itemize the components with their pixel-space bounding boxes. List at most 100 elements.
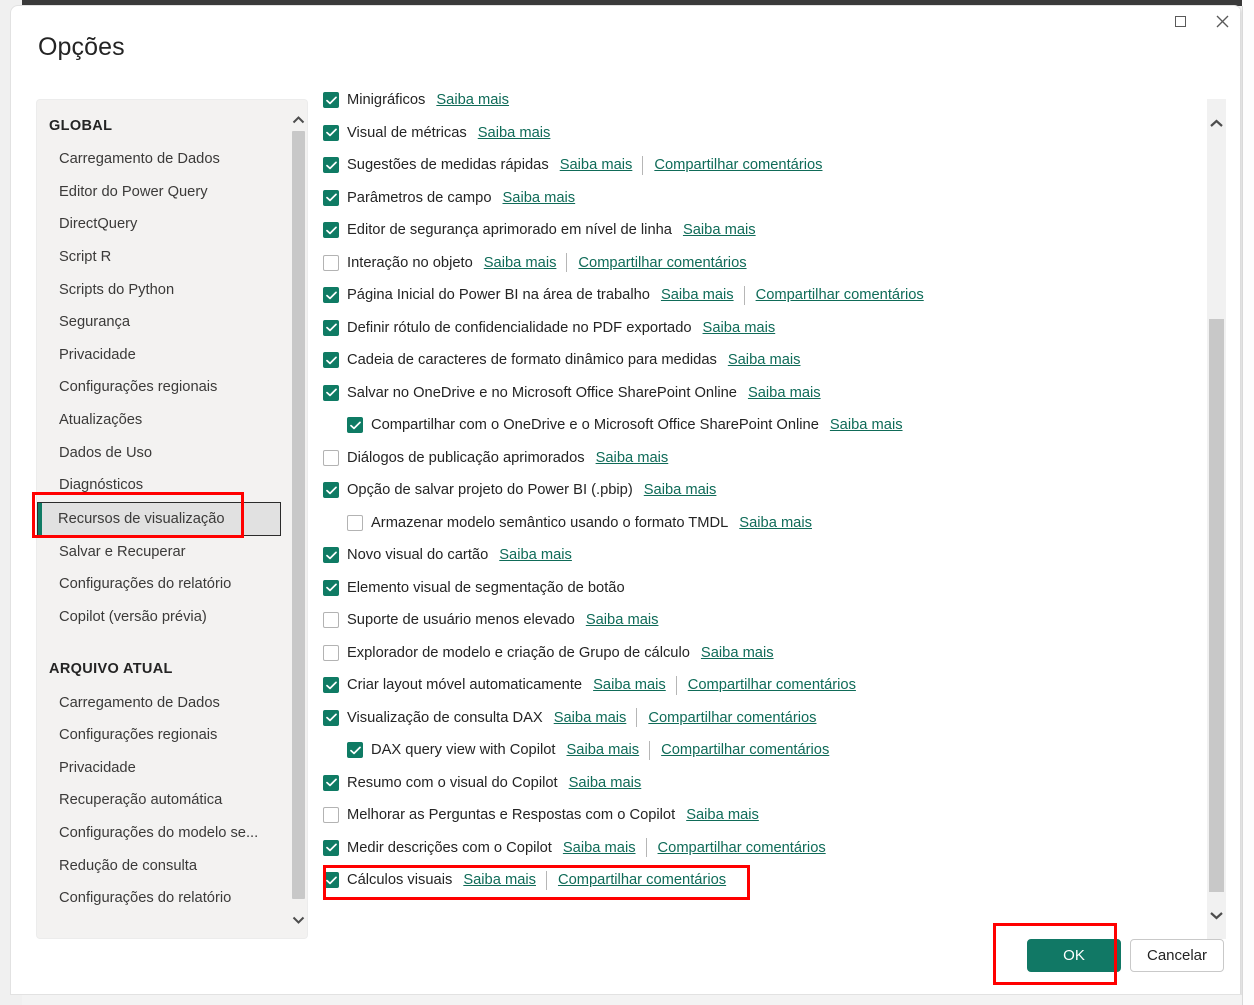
sidebar-item-scripts-do-python[interactable]: Scripts do Python: [37, 273, 289, 306]
chevron-up-icon[interactable]: [290, 111, 307, 129]
learn-more-link[interactable]: Saiba mais: [560, 157, 633, 173]
main-scrollbar-thumb[interactable]: [1209, 319, 1224, 892]
checkbox-criar-layout-movel-automaticamente[interactable]: [323, 677, 339, 694]
sidebar-item-editor-do-power-query[interactable]: Editor do Power Query: [37, 176, 289, 209]
sidebar-item-diagnosticos[interactable]: Diagnósticos: [37, 469, 289, 502]
checkbox-compartilhar-com-o-onedrive-e-o-microsoft-office[interactable]: [347, 417, 363, 434]
learn-more-link[interactable]: Saiba mais: [503, 190, 576, 206]
learn-more-link[interactable]: Saiba mais: [728, 352, 801, 368]
checkbox-definir-rotulo-de-confidencialidade-no-pdf-expor[interactable]: [323, 319, 339, 336]
learn-more-link[interactable]: Saiba mais: [499, 547, 572, 563]
checkbox-salvar-no-onedrive-e-no-microsoft-office-sharepo[interactable]: [323, 384, 339, 401]
share-feedback-link[interactable]: Compartilhar comentários: [648, 710, 816, 726]
option-label: Suporte de usuário menos elevado: [347, 612, 575, 629]
checkbox-editor-de-seguranca-aprimorado-em-nivel-de-linha[interactable]: [323, 222, 339, 239]
sidebar-item-copilot-versao-previa[interactable]: Copilot (versão prévia): [37, 601, 289, 634]
checkbox-novo-visual-do-cartao[interactable]: [323, 547, 339, 564]
checkbox-explorador-de-modelo-e-criacao-de-grupo-de-calcu[interactable]: [323, 644, 339, 661]
sidebar-item-seguranca[interactable]: Segurança: [37, 306, 289, 339]
cancel-button[interactable]: Cancelar: [1130, 939, 1224, 972]
sidebar-item-salvar-e-recuperar[interactable]: Salvar e Recuperar: [37, 536, 289, 569]
learn-more-link[interactable]: Saiba mais: [436, 92, 509, 108]
sidebar-item-configuracoes-do-modelo-se[interactable]: Configurações do modelo se...: [37, 817, 289, 850]
chevron-down-icon[interactable]: [1207, 905, 1226, 925]
checkbox-armazenar-modelo-semantico-usando-o-formato-tmdl[interactable]: [347, 514, 363, 531]
learn-more-link[interactable]: Saiba mais: [569, 775, 642, 791]
chevron-up-icon[interactable]: [1207, 113, 1226, 133]
learn-more-link[interactable]: Saiba mais: [686, 807, 759, 823]
checkbox-minigraficos[interactable]: [323, 92, 339, 109]
checkbox-dax-query-view-with-copilot[interactable]: [347, 742, 363, 759]
sidebar-item-privacidade[interactable]: Privacidade: [37, 752, 289, 785]
learn-more-link[interactable]: Saiba mais: [566, 742, 639, 758]
sidebar-item-atualizacoes[interactable]: Atualizações: [37, 404, 289, 437]
learn-more-link[interactable]: Saiba mais: [830, 417, 903, 433]
share-feedback-link[interactable]: Compartilhar comentários: [578, 255, 746, 271]
learn-more-link[interactable]: Saiba mais: [563, 840, 636, 856]
learn-more-link[interactable]: Saiba mais: [478, 125, 551, 141]
learn-more-link[interactable]: Saiba mais: [644, 482, 717, 498]
sidebar-item-recursos-de-visualizacao[interactable]: Recursos de visualização: [37, 501, 281, 536]
checkbox-resumo-com-o-visual-do-copilot[interactable]: [323, 774, 339, 791]
option-row-visual-de-metricas: Visual de métricas Saiba mais: [323, 117, 1203, 150]
sidebar-item-dados-de-uso[interactable]: Dados de Uso: [37, 436, 289, 469]
sidebar-item-carregamento-de-dados[interactable]: Carregamento de Dados: [37, 143, 289, 176]
sidebar-item-configuracoes-regionais[interactable]: Configurações regionais: [37, 371, 289, 404]
background-right-sliver: [1242, 0, 1254, 1005]
checkbox-visualizacao-de-consulta-dax[interactable]: [323, 709, 339, 726]
chevron-down-icon[interactable]: [290, 911, 307, 929]
checkbox-opcao-de-salvar-projeto-do-power-bi-pbip[interactable]: [323, 482, 339, 499]
learn-more-link[interactable]: Saiba mais: [748, 385, 821, 401]
learn-more-link[interactable]: Saiba mais: [683, 222, 756, 238]
learn-more-link[interactable]: Saiba mais: [463, 872, 536, 888]
main-scrollbar[interactable]: [1207, 99, 1226, 939]
learn-more-link[interactable]: Saiba mais: [586, 612, 659, 628]
maximize-icon[interactable]: [1159, 6, 1201, 36]
checkbox-sugestoes-de-medidas-rapidas[interactable]: [323, 157, 339, 174]
sidebar-item-reducao-de-consulta[interactable]: Redução de consulta: [37, 849, 289, 882]
share-feedback-link[interactable]: Compartilhar comentários: [756, 287, 924, 303]
checkbox-medir-descricoes-com-o-copilot[interactable]: [323, 839, 339, 856]
sidebar-item-configuracoes-do-relatorio[interactable]: Configurações do relatório: [37, 882, 289, 915]
sidebar-item-configuracoes-do-relatorio[interactable]: Configurações do relatório: [37, 568, 289, 601]
share-feedback-link[interactable]: Compartilhar comentários: [654, 157, 822, 173]
learn-more-link[interactable]: Saiba mais: [554, 710, 627, 726]
checkbox-parametros-de-campo[interactable]: [323, 189, 339, 206]
sidebar-item-carregamento-de-dados[interactable]: Carregamento de Dados: [37, 686, 289, 719]
sidebar-item-script-r[interactable]: Script R: [37, 241, 289, 274]
sidebar-item-privacidade[interactable]: Privacidade: [37, 339, 289, 372]
share-feedback-link[interactable]: Compartilhar comentários: [658, 840, 826, 856]
checkbox-visual-de-metricas[interactable]: [323, 124, 339, 141]
learn-more-link[interactable]: Saiba mais: [661, 287, 734, 303]
share-feedback-link[interactable]: Compartilhar comentários: [688, 677, 856, 693]
checkbox-pagina-inicial-do-power-bi-na-area-de-trabalho[interactable]: [323, 287, 339, 304]
learn-more-link[interactable]: Saiba mais: [703, 320, 776, 336]
checkbox-melhorar-as-perguntas-e-respostas-com-o-copilot[interactable]: [323, 807, 339, 824]
close-icon[interactable]: [1201, 6, 1241, 36]
sidebar-scrollbar-thumb[interactable]: [292, 131, 305, 899]
learn-more-link[interactable]: Saiba mais: [739, 515, 812, 531]
learn-more-link[interactable]: Saiba mais: [593, 677, 666, 693]
checkbox-cadeia-de-caracteres-de-formato-dinamico-para-me[interactable]: [323, 352, 339, 369]
sidebar-item-directquery[interactable]: DirectQuery: [37, 208, 289, 241]
checkbox-suporte-de-usuario-menos-elevado[interactable]: [323, 612, 339, 629]
share-feedback-link[interactable]: Compartilhar comentários: [661, 742, 829, 758]
share-feedback-link[interactable]: Compartilhar comentários: [558, 872, 726, 888]
sidebar-item-label: Carregamento de Dados: [59, 151, 220, 168]
checkbox-calculos-visuais[interactable]: [323, 872, 339, 889]
checkbox-dialogos-de-publicacao-aprimorados[interactable]: [323, 449, 339, 466]
option-row-compartilhar-com-o-onedrive-e-o-microsoft-office: Compartilhar com o OneDrive e o Microsof…: [323, 409, 1203, 442]
link-separator: [642, 155, 644, 175]
sidebar-item-configuracoes-regionais[interactable]: Configurações regionais: [37, 719, 289, 752]
learn-more-link[interactable]: Saiba mais: [484, 255, 557, 271]
checkbox-interacao-no-objeto[interactable]: [323, 254, 339, 271]
learn-more-link[interactable]: Saiba mais: [701, 645, 774, 661]
sidebar-item-recuperacao-automatica[interactable]: Recuperação automática: [37, 784, 289, 817]
sidebar-item-label: Script R: [59, 249, 112, 266]
ok-button[interactable]: OK: [1027, 939, 1121, 972]
link-separator: [645, 838, 647, 858]
sidebar-scrollbar[interactable]: [290, 100, 307, 938]
learn-more-link[interactable]: Saiba mais: [596, 450, 669, 466]
checkbox-elemento-visual-de-segmentacao-de-botao[interactable]: [323, 579, 339, 596]
option-row-suporte-de-usuario-menos-elevado: Suporte de usuário menos elevado Saiba ma…: [323, 604, 1203, 637]
